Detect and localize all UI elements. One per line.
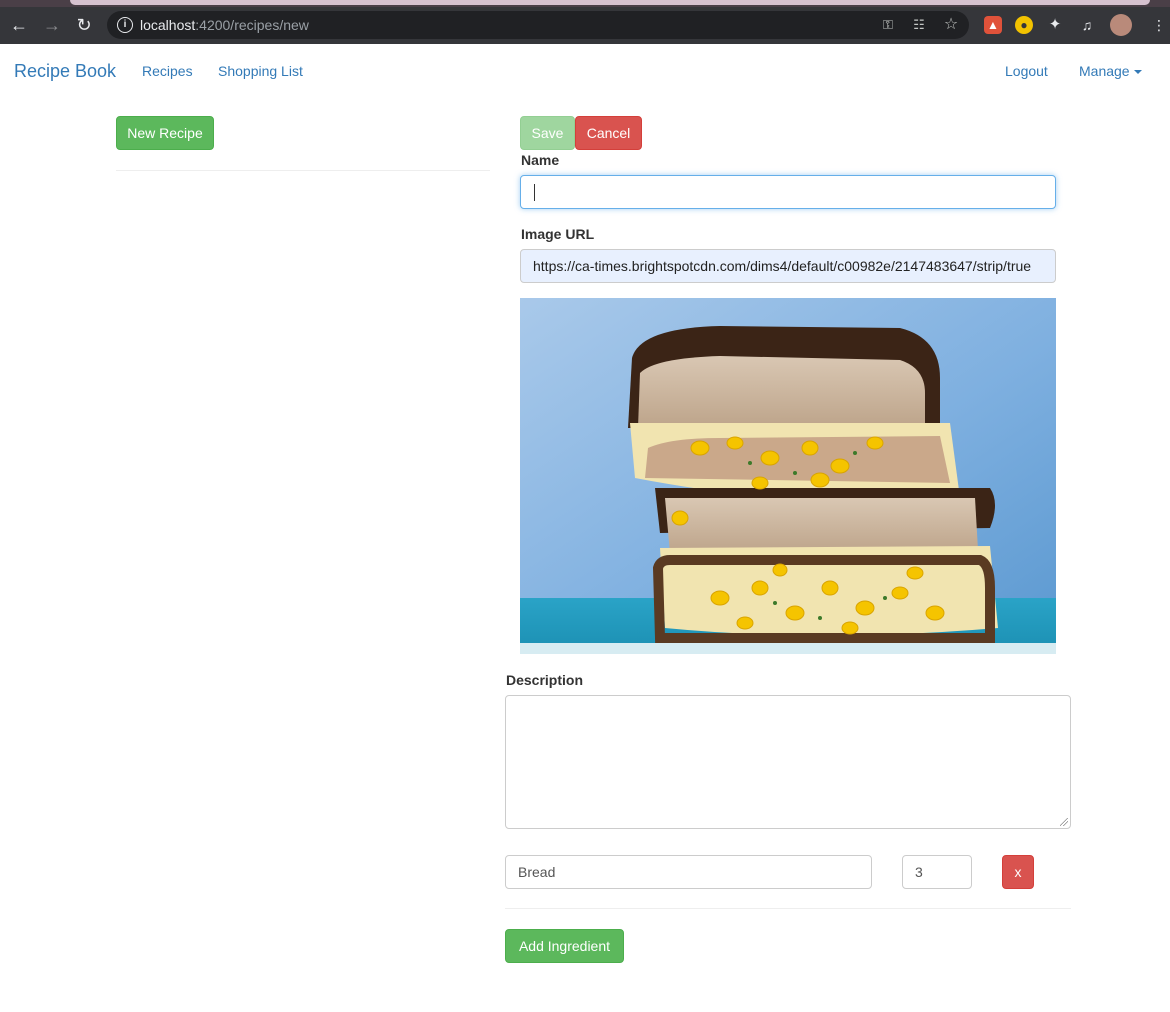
caret-down-icon — [1133, 70, 1142, 75]
url-path: :4200/recipes/new — [195, 17, 309, 33]
resize-handle-icon[interactable] — [1060, 818, 1068, 826]
extension-yellow-icon[interactable]: ● — [1015, 16, 1033, 34]
forward-icon[interactable]: → — [41, 14, 63, 36]
logout-link[interactable]: Logout — [1005, 63, 1048, 79]
translate-icon[interactable]: ☷ — [911, 17, 927, 33]
address-bar[interactable]: i localhost:4200/recipes/new ⚿ ☷ ☆ — [107, 11, 969, 39]
ingredient-amount-input[interactable]: 3 — [902, 855, 972, 889]
text-cursor — [534, 184, 535, 201]
divider — [116, 170, 490, 171]
browser-toolbar: ← → ↻ i localhost:4200/recipes/new ⚿ ☷ ☆… — [0, 0, 1170, 44]
name-label: Name — [521, 152, 560, 168]
recipe-image-preview — [520, 298, 1056, 654]
extension-red-icon[interactable]: ▲ — [984, 16, 1002, 34]
image-url-input[interactable]: https://ca-times.brightspotcdn.com/dims4… — [520, 249, 1056, 283]
media-control-icon[interactable]: ♫ — [1078, 16, 1096, 34]
bookmark-star-icon[interactable]: ☆ — [943, 17, 959, 33]
delete-ingredient-button[interactable]: x — [1002, 855, 1034, 889]
extensions-puzzle-icon[interactable]: ✦ — [1046, 16, 1064, 34]
key-icon[interactable]: ⚿ — [880, 17, 896, 33]
name-input[interactable] — [520, 175, 1056, 209]
description-textarea[interactable] — [505, 695, 1071, 829]
reload-icon[interactable]: ↻ — [73, 14, 95, 36]
brand-link[interactable]: Recipe Book — [14, 61, 116, 82]
tab-strip — [0, 0, 1170, 7]
url-host: localhost — [140, 17, 196, 33]
site-info-icon[interactable]: i — [117, 17, 133, 33]
profile-avatar[interactable] — [1110, 14, 1132, 36]
divider — [505, 908, 1071, 909]
cancel-button[interactable]: Cancel — [575, 116, 642, 150]
description-label: Description — [506, 672, 584, 688]
new-recipe-button[interactable]: New Recipe — [116, 116, 214, 150]
grilled-cheese-sandwich-image — [520, 298, 1056, 654]
manage-dropdown[interactable]: Manage — [1079, 63, 1142, 79]
manage-label: Manage — [1079, 63, 1130, 79]
nav-shopping-list-link[interactable]: Shopping List — [218, 63, 303, 79]
add-ingredient-button[interactable]: Add Ingredient — [505, 929, 624, 963]
image-url-label: Image URL — [521, 226, 595, 242]
app-navbar: Recipe Book Recipes Shopping List Logout… — [0, 44, 1170, 96]
nav-recipes-link[interactable]: Recipes — [142, 63, 193, 79]
address-url[interactable]: localhost:4200/recipes/new — [140, 17, 309, 33]
ingredient-name-input[interactable]: Bread — [505, 855, 872, 889]
back-icon[interactable]: ← — [8, 14, 30, 36]
menu-dots-icon[interactable]: ⋮ — [1150, 16, 1168, 34]
save-button[interactable]: Save — [520, 116, 575, 150]
active-tab[interactable] — [70, 0, 1150, 5]
